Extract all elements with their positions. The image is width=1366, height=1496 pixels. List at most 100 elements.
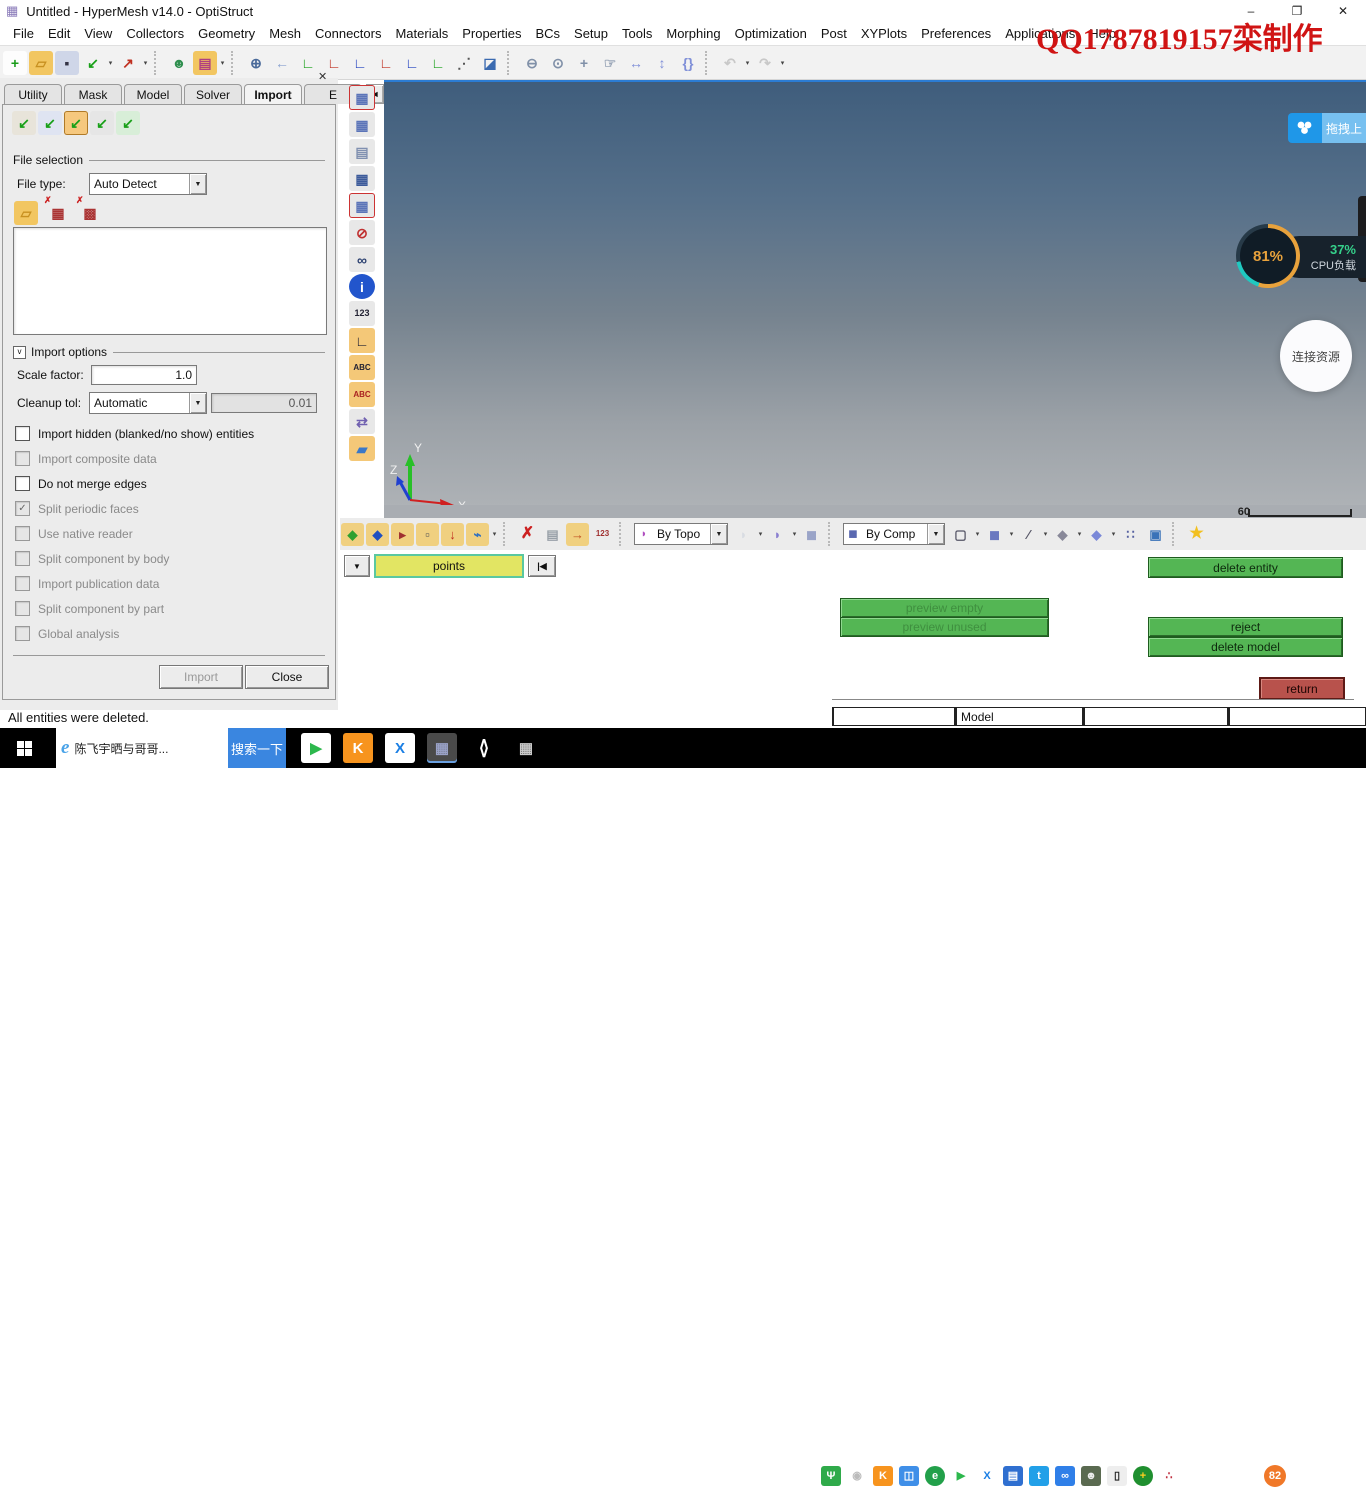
preview-unused-button[interactable]: preview unused (840, 617, 1049, 637)
clear-file-list-icon[interactable]: ▦ (44, 196, 70, 225)
save-model-icon[interactable]: ▪ (55, 50, 79, 75)
find-binoculars-icon[interactable]: ∞ (349, 247, 375, 272)
create-component-icon[interactable]: ◆ (366, 522, 389, 546)
monitor-icon[interactable]: ▣ (1144, 523, 1167, 546)
component-swap-icon[interactable]: ⇄ (349, 409, 375, 434)
menu-xyplots[interactable]: XYPlots (854, 26, 914, 41)
tray-usb-icon[interactable]: Ψ (821, 1466, 841, 1486)
tray-phone-icon[interactable]: ◫ (899, 1466, 919, 1486)
xunlei-icon[interactable]: X (385, 733, 415, 763)
checkbox-box[interactable] (15, 476, 30, 491)
assign-collector-icon-dropdown[interactable]: ▾ (490, 530, 499, 538)
preview-empty-button[interactable]: preview empty (840, 598, 1049, 618)
element-2d-icon-dropdown[interactable]: ▾ (1075, 530, 1084, 538)
user-profiles-icon[interactable]: ☻ (167, 51, 191, 75)
dynamic-zoom-icon[interactable]: ⊙ (546, 51, 570, 75)
pan-hand-icon[interactable]: ☞ (598, 51, 622, 75)
view-top-xy-icon[interactable]: ∟ (296, 51, 320, 75)
options-collapse-icon[interactable]: v (13, 345, 26, 359)
touch-keyboard-icon[interactable]: ▦ (511, 733, 541, 763)
tray-xunlei-icon[interactable]: X (977, 1466, 997, 1486)
menu-connectors[interactable]: Connectors (308, 26, 388, 41)
menu-morphing[interactable]: Morphing (659, 26, 727, 41)
menu-setup[interactable]: Setup (567, 26, 615, 41)
menu-materials[interactable]: Materials (388, 26, 455, 41)
menu-properties[interactable]: Properties (455, 26, 528, 41)
reject-button[interactable]: reject (1148, 617, 1343, 637)
connect-resource-bubble[interactable]: 连接资源 (1280, 320, 1352, 392)
checkbox-box[interactable] (15, 426, 30, 441)
menu-tools[interactable]: Tools (615, 26, 659, 41)
by-comp-dropdown-icon[interactable]: ▼ (927, 524, 944, 544)
numbers-icon[interactable]: 123 (349, 301, 375, 326)
shaded-view-icon[interactable]: ◪ (478, 51, 502, 75)
entity-selector-points[interactable]: points (374, 554, 524, 578)
shaded-elements-icon[interactable]: ◼ (983, 523, 1006, 546)
surface-wire-icon-dropdown[interactable]: ▾ (756, 530, 765, 538)
close-panel-button[interactable]: Close (245, 665, 329, 689)
menu-mesh[interactable]: Mesh (262, 26, 308, 41)
delete-collector-icon[interactable]: ▸ (391, 522, 414, 546)
visualization-abc-icon[interactable]: ABC (349, 355, 375, 380)
import-model-icon[interactable]: ↙ (81, 51, 105, 75)
tray-battery-icon[interactable]: ▮ (1185, 1466, 1205, 1486)
delete-model-button[interactable]: delete model (1148, 637, 1343, 657)
organize-folder-icon[interactable]: ▤ (193, 50, 217, 75)
menu-collectors[interactable]: Collectors (119, 26, 191, 41)
taskbar-search[interactable]: e 陈飞宇晒与哥哥... (56, 728, 228, 768)
view-right-xz-icon[interactable]: ∟ (374, 51, 398, 75)
favorites-star-icon[interactable]: ★ (1185, 523, 1208, 546)
rotate-vertical-icon[interactable]: ↕ (650, 51, 674, 75)
by-topo-dropdown-icon[interactable]: ▼ (710, 524, 727, 544)
menu-post[interactable]: Post (814, 26, 854, 41)
import-fe-model-icon[interactable]: ↙ (38, 111, 62, 135)
import-model-icon-dropdown[interactable]: ▾ (106, 59, 115, 67)
file-type-select[interactable]: Auto Detect ▼ (89, 173, 207, 195)
previous-view-icon[interactable]: ← (270, 51, 294, 75)
tray-video-icon[interactable]: ▤ (1003, 1466, 1023, 1486)
delete-entity-icon[interactable]: ✗ (516, 523, 539, 546)
menu-preferences[interactable]: Preferences (914, 26, 998, 41)
quad-element-icon[interactable]: ▰ (349, 436, 375, 461)
translate-view-icon[interactable]: + (572, 51, 596, 75)
panel-close-icon[interactable]: ✕ (318, 70, 327, 83)
cpu-gauge[interactable]: 81% (1236, 224, 1300, 288)
import-geometry-icon[interactable]: ↙ (64, 111, 88, 135)
open-model-icon[interactable]: ▱ (29, 50, 53, 75)
tray-agent-icon[interactable]: ☻ (1081, 1466, 1101, 1486)
by-comp-select[interactable]: ◼ By Comp ▼ (843, 523, 945, 545)
file-type-dropdown-icon[interactable]: ▼ (189, 174, 206, 194)
line-display-icon[interactable]: ∕ (1017, 523, 1040, 546)
undo-icon[interactable]: ↶ (718, 51, 742, 75)
menu-bcs[interactable]: BCs (528, 26, 567, 41)
new-model-icon[interactable]: + (3, 50, 27, 75)
delete-entity-button[interactable]: delete entity (1148, 557, 1343, 578)
solid-display-icon[interactable]: ◼ (800, 523, 823, 546)
ksong-icon[interactable]: K (343, 733, 373, 763)
assign-collector-icon[interactable]: ⌁ (466, 522, 489, 546)
organize-folder-icon-dropdown[interactable]: ▾ (218, 59, 227, 67)
tab-model[interactable]: Model (124, 84, 182, 104)
tray-tencent-video-icon[interactable]: ▶ (951, 1466, 971, 1486)
measure-icon[interactable]: ∟ (349, 328, 375, 353)
no-display-icon[interactable]: ⊘ (349, 220, 375, 245)
shaded-geometry-icon[interactable]: ▦ (349, 166, 375, 191)
surface-shaded-icon[interactable]: ◗ (766, 523, 789, 546)
import-bom-icon[interactable]: ↙ (116, 111, 140, 135)
taskbar-chevrons-icon[interactable]: ∧ ∨ (469, 733, 499, 763)
taskbar-clock[interactable]: 17:13 2020/1/18 (1309, 1456, 1362, 1496)
search-go-button[interactable]: 搜索一下 (228, 728, 286, 768)
view-rear-yz-icon[interactable]: ∟ (426, 51, 450, 75)
tray-mic-icon[interactable]: ◉ (847, 1466, 867, 1486)
surface-wire-icon[interactable]: ◗ (732, 523, 755, 546)
create-collector-icon[interactable]: ◆ (341, 522, 364, 546)
geometry-feature-icon[interactable]: ▦ (349, 112, 375, 137)
entity-type-dropdown[interactable]: ▼ (344, 555, 370, 577)
info-icon[interactable]: i (349, 274, 375, 299)
wireframe-elements-icon[interactable]: ▢ (949, 523, 972, 546)
tray-usb-drive-icon[interactable]: ▯ (1107, 1466, 1127, 1486)
wireframe-geometry-icon[interactable]: ▤ (349, 139, 375, 164)
tab-solver[interactable]: Solver (184, 84, 242, 104)
shaded-elements-icon-dropdown[interactable]: ▾ (1007, 530, 1016, 538)
tray-ksong-icon[interactable]: K (873, 1466, 893, 1486)
